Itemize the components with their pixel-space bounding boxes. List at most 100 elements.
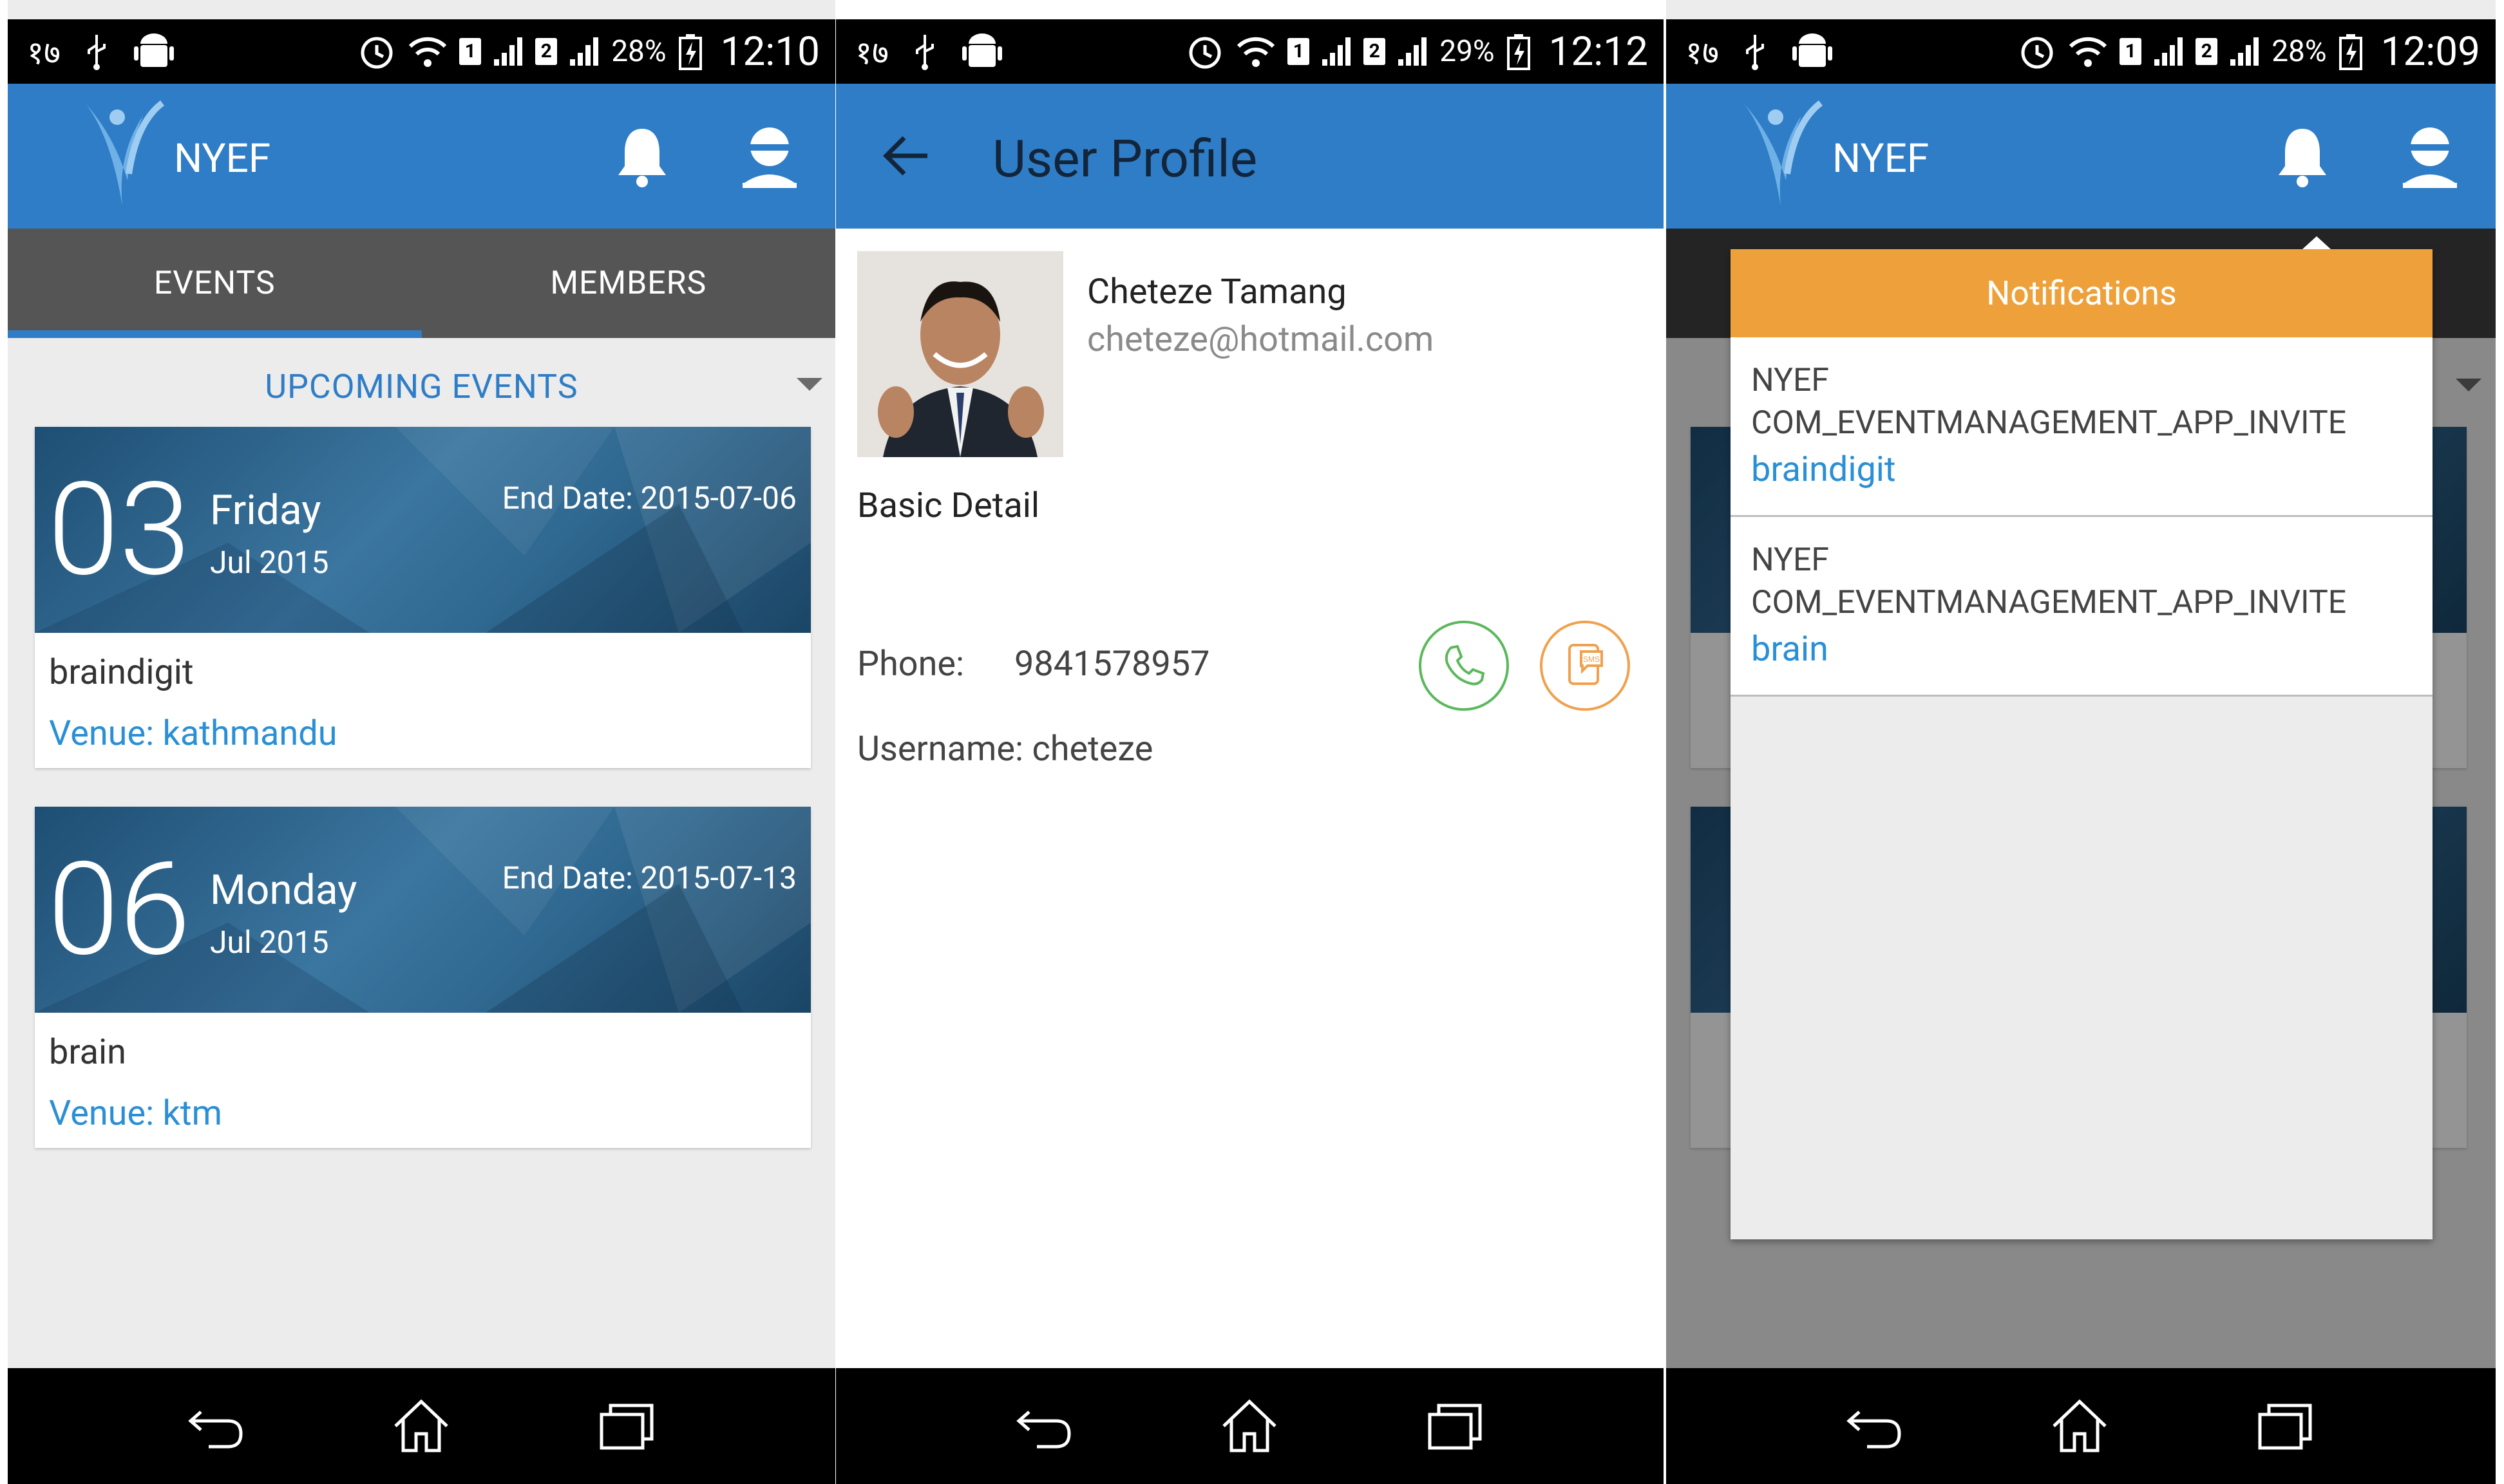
battery-icon: [678, 34, 702, 70]
status-bar: १७ 1 2 29% 12:12: [836, 19, 1664, 84]
sim2-badge: 2: [1363, 38, 1386, 65]
section-title: UPCOMING EVENTS: [265, 367, 578, 406]
notification-message: COM_EVENTMANAGEMENT_APP_INVITE: [1751, 584, 2347, 621]
notification-item[interactable]: NYEF COM_EVENTMANAGEMENT_APP_INVITE brai…: [1731, 517, 2433, 697]
tab-indicator: [8, 330, 422, 338]
status-bar: १७ 1 2 28% 12:10: [8, 19, 835, 84]
bell-icon[interactable]: [2273, 124, 2331, 188]
notification-message: COM_EVENTMANAGEMENT_APP_INVITE: [1751, 404, 2347, 442]
back-arrow-icon[interactable]: [881, 130, 933, 182]
nav-bar: [1666, 1368, 2496, 1484]
nav-recents-icon[interactable]: [595, 1394, 659, 1458]
battery-percent: 28%: [2272, 34, 2327, 69]
notification-link[interactable]: brain: [1751, 629, 1828, 670]
carrier-label: १७: [27, 35, 61, 72]
signal-icon: [1322, 37, 1351, 66]
profile-name: Cheteze Tamang: [1087, 272, 1347, 312]
sms-icon: SMS: [1568, 644, 1603, 685]
user-profile-screen: १७ 1 2 29% 12:12 User Profile Cheteze Ta…: [836, 0, 1664, 1484]
battery-icon: [1506, 34, 1530, 70]
event-name: braindigit: [49, 652, 194, 693]
phone-icon: [1445, 644, 1485, 686]
event-venue[interactable]: Venue: ktm: [49, 1093, 222, 1134]
event-weekday: Monday: [210, 866, 357, 914]
android-icon: [134, 33, 174, 67]
signal-icon: [2154, 37, 2183, 66]
event-banner: 03 Friday Jul 2015 End Date: 2015-07-06: [35, 427, 811, 633]
upcoming-events-header[interactable]: UPCOMING EVENTS: [8, 338, 835, 428]
app-bar: User Profile: [836, 84, 1664, 229]
sms-button[interactable]: SMS: [1540, 621, 1630, 711]
wifi-icon: [409, 37, 447, 67]
notifications-popup: Notifications NYEF COM_EVENTMANAGEMENT_A…: [1731, 236, 2433, 1239]
notifications-header: Notifications: [1731, 249, 2433, 337]
dropdown-caret-icon[interactable]: [797, 378, 822, 391]
nyef-logo-icon: [1743, 100, 1823, 206]
account-icon[interactable]: [2398, 122, 2462, 189]
sim1-badge: 1: [459, 38, 482, 65]
event-day: 06: [48, 834, 191, 985]
dropdown-caret-icon: [2456, 379, 2481, 391]
carrier-label: १७: [855, 35, 889, 72]
avatar: [857, 251, 1063, 457]
notification-link[interactable]: braindigit: [1751, 449, 1896, 490]
nav-home-icon[interactable]: [389, 1394, 453, 1458]
app-bar: NYEF: [8, 84, 835, 229]
bell-icon[interactable]: [613, 124, 671, 188]
battery-percent: 28%: [611, 34, 667, 69]
nav-recents-icon[interactable]: [1423, 1394, 1488, 1458]
alarm-icon: [361, 37, 393, 69]
wifi-icon: [1237, 37, 1275, 67]
username-text: Username: cheteze: [857, 729, 1153, 769]
event-day: 03: [48, 454, 191, 605]
app-bar: NYEF: [1666, 84, 2496, 229]
signal-icon: [494, 37, 523, 66]
wifi-icon: [2069, 37, 2107, 67]
battery-percent: 29%: [1439, 34, 1495, 69]
event-venue[interactable]: Venue: kathmandu: [49, 713, 337, 754]
clock: 12:12: [1548, 28, 1648, 75]
nav-back-icon[interactable]: [1841, 1394, 1906, 1458]
tab-events[interactable]: EVENTS: [8, 229, 422, 338]
event-card[interactable]: 03 Friday Jul 2015 End Date: 2015-07-06 …: [35, 427, 811, 768]
event-month-year: Jul 2015: [210, 924, 329, 961]
notification-title: NYEF: [1751, 362, 1830, 399]
alarm-icon: [2021, 37, 2053, 69]
sim1-badge: 1: [1287, 38, 1310, 65]
event-banner: 06 Monday Jul 2015 End Date: 2015-07-13: [35, 807, 811, 1013]
call-button[interactable]: [1419, 621, 1509, 711]
nyef-logo-icon: [85, 100, 165, 206]
clock: 12:10: [720, 28, 820, 75]
android-icon: [962, 33, 1002, 67]
notification-title: NYEF: [1751, 541, 1830, 579]
nav-back-icon[interactable]: [1011, 1394, 1076, 1458]
sms-icon-label: SMS: [1583, 655, 1600, 664]
avatar-photo: [857, 251, 1063, 457]
tab-members[interactable]: MEMBERS: [422, 229, 836, 338]
notifications-screen: १७ 1 2 28% 12:09 NYEF Notifications NYEF…: [1666, 0, 2496, 1484]
event-end-date: End Date: 2015-07-13: [502, 859, 797, 896]
page-title: User Profile: [992, 129, 1258, 189]
nav-recents-icon[interactable]: [2253, 1394, 2318, 1458]
profile-email[interactable]: cheteze@hotmail.com: [1087, 319, 1434, 360]
signal-icon: [1398, 37, 1427, 66]
phone-value: 9841578957: [1014, 644, 1210, 684]
event-card[interactable]: 06 Monday Jul 2015 End Date: 2015-07-13 …: [35, 807, 811, 1148]
nav-back-icon[interactable]: [183, 1394, 247, 1458]
app-brand-title: NYEF: [1832, 135, 1930, 182]
nav-home-icon[interactable]: [2047, 1394, 2112, 1458]
carrier-label: १७: [1685, 35, 1719, 72]
events-screen: १७ 1 2 28% 12:10 NYEF EVENTS MEMBERS UPC…: [8, 0, 835, 1484]
basic-detail-heading: Basic Detail: [857, 485, 1040, 526]
nav-home-icon[interactable]: [1217, 1394, 1282, 1458]
signal-icon: [2230, 37, 2259, 66]
event-name: brain: [49, 1032, 126, 1073]
account-icon[interactable]: [737, 122, 802, 189]
android-icon: [1792, 33, 1832, 67]
notification-item[interactable]: NYEF COM_EVENTMANAGEMENT_APP_INVITE brai…: [1731, 337, 2433, 517]
signal-icon: [570, 37, 599, 66]
app-brand-title: NYEF: [174, 135, 271, 182]
nav-bar: [8, 1368, 835, 1484]
usb-icon: [1746, 35, 1764, 70]
clock: 12:09: [2380, 28, 2480, 75]
